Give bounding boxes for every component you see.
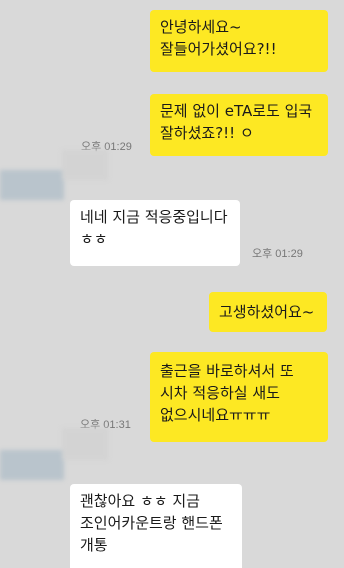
sender-avatar-blurred xyxy=(0,428,110,480)
my-message-bubble[interactable]: 고생하셨어요~ xyxy=(209,292,327,332)
my-message-bubble[interactable]: 안녕하세요~ 잘들어가셨어요?!! xyxy=(150,10,328,72)
my-message-bubble[interactable]: 문제 없이 eTA로도 입국 잘하셨죠?!! ㅇ xyxy=(150,94,328,156)
their-message-bubble[interactable]: 괜찮아요 ㅎㅎ 지금 조인어카운트랑 핸드폰 개통 xyxy=(70,484,242,568)
my-message-bubble[interactable]: 출근을 바로하셔서 또 시차 적응하실 새도 없으시네요ㅠㅠㅠ xyxy=(150,352,328,442)
their-message-bubble[interactable]: 네네 지금 적응중입니다 ㅎㅎ xyxy=(70,200,240,266)
sender-avatar-blurred xyxy=(0,150,110,200)
chat-area[interactable]: 안녕하세요~ 잘들어가셨어요?!! 문제 없이 eTA로도 입국 잘하셨죠?!!… xyxy=(0,0,344,568)
message-timestamp: 오후 01:29 xyxy=(252,248,303,260)
